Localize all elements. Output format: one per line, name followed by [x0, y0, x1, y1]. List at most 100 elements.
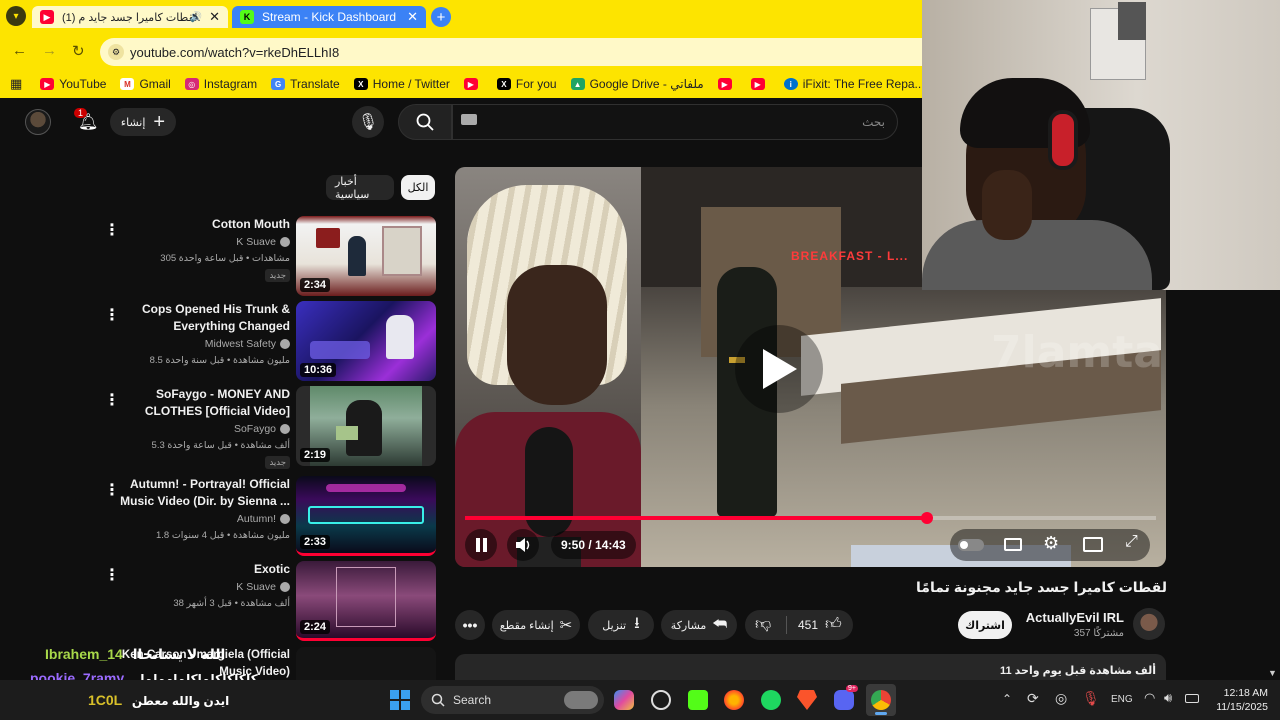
miniplayer-icon[interactable] — [1083, 537, 1103, 552]
channel-avatar[interactable] — [1133, 608, 1165, 640]
list-item[interactable]: ⋮ Exotic K Suave 38 ألف مشاهدة • قبل 3 أ… — [100, 561, 440, 641]
firefox-icon[interactable] — [724, 690, 744, 710]
bookmark-youtube[interactable]: ▶ YouTube — [40, 77, 106, 91]
video-title: لقطات كاميرا جسد جايد مجنونة تمامًا — [916, 579, 1167, 595]
video-title[interactable]: SoFaygo - MONEY AND CLOTHES [Official Vi… — [100, 386, 290, 420]
pause-button[interactable] — [465, 529, 497, 561]
discord-icon[interactable]: 9+ — [834, 685, 858, 710]
settings-icon[interactable]: ⚙ — [1043, 533, 1059, 554]
volume-tray-icon[interactable]: 🔊︎ — [1164, 690, 1172, 706]
video-meta: 38 ألف مشاهدة • قبل 3 أشهر — [173, 598, 290, 609]
tab-kick-dashboard[interactable]: K Stream - Kick Dashboard ✕ — [232, 6, 426, 28]
bookmark-youtube-2[interactable]: ▶ — [463, 78, 483, 90]
play-overlay-button[interactable] — [735, 325, 823, 413]
reload-icon[interactable]: ↻ — [72, 42, 85, 60]
spotify-icon[interactable] — [761, 690, 781, 710]
wifi-icon[interactable]: ◠ — [1144, 690, 1155, 706]
restaurant-sign: BREAKFAST - L... — [791, 249, 909, 263]
video-thumbnail[interactable]: 2:19 — [296, 386, 436, 466]
list-item[interactable]: ⋮ Cotton Mouth K Suave 305 مشاهدات • قبل… — [100, 216, 440, 296]
progress-handle[interactable] — [920, 512, 933, 524]
search-input[interactable]: بحث — [452, 104, 898, 140]
close-tab-icon[interactable]: ✕ — [407, 9, 418, 25]
like-count: 451 — [798, 618, 819, 632]
share-button[interactable]: مشاركة ⮪ — [661, 610, 737, 640]
microphone-tray-icon[interactable]: 🎙︎ — [1082, 690, 1100, 707]
obs-icon[interactable] — [651, 690, 671, 710]
dislike-button[interactable]: 👎︎ — [755, 615, 771, 634]
new-tab-button[interactable]: + — [431, 7, 451, 27]
keyboard-icon[interactable] — [461, 114, 477, 125]
bookmark-youtube-3[interactable]: ▶ — [717, 78, 737, 90]
subtitles-icon[interactable] — [1004, 538, 1022, 551]
close-tab-icon[interactable]: ✕ — [209, 9, 220, 25]
video-thumbnail[interactable]: 2:24 — [296, 561, 436, 641]
list-item[interactable]: ⋮ Cops Opened His Trunk & Everything Cha… — [100, 301, 440, 381]
channel-name[interactable]: SoFaygo — [234, 423, 290, 435]
scroll-down-arrow-icon[interactable]: ▼ — [1268, 668, 1277, 678]
bookmark-instagram[interactable]: ◎ Instagram — [184, 77, 257, 91]
bookmark-for-you[interactable]: X For you — [496, 77, 557, 91]
tab-search-button[interactable]: ▾ — [6, 6, 26, 26]
tray-overflow-icon[interactable]: ⌃ — [1002, 692, 1012, 706]
apps-grid-icon[interactable]: ▦ — [10, 76, 22, 92]
bookmark-youtube-4[interactable]: ▶ — [750, 78, 770, 90]
kick-app-icon[interactable] — [688, 690, 708, 710]
chrome-taskbar-active[interactable] — [866, 684, 896, 716]
clock-date: 11/15/2025 — [1216, 701, 1268, 713]
video-thumbnail[interactable]: 2:34 — [296, 216, 436, 296]
bookmark-twitter-home[interactable]: X Home / Twitter — [353, 77, 450, 91]
list-item[interactable]: ⋮ SoFaygo - MONEY AND CLOTHES [Official … — [100, 386, 440, 469]
video-title[interactable]: Cotton Mouth — [100, 216, 290, 233]
video-thumbnail[interactable] — [296, 647, 436, 680]
list-item[interactable]: ⋮ Autumn! - Portrayal! Official Music Vi… — [100, 476, 440, 556]
like-button[interactable]: 👍︎ — [825, 615, 842, 634]
site-info-icon[interactable]: ⚙ — [108, 44, 124, 60]
bookmark-gmail[interactable]: M Gmail — [120, 77, 171, 91]
address-bar[interactable]: ⚙ youtube.com/watch?v=rkeDhELLhI8 — [100, 38, 922, 66]
notifications-button[interactable]: 🔔︎ 1 — [74, 108, 98, 134]
bookmark-google-drive[interactable]: ▲ Google Drive - ملفاتي — [570, 77, 704, 91]
channel-name[interactable]: K Suave — [236, 581, 290, 593]
create-button[interactable]: إنشاء + — [110, 108, 176, 136]
channel-name[interactable]: K Suave — [236, 236, 290, 248]
tray-app-icon[interactable]: ◎ — [1055, 690, 1067, 707]
avatar[interactable] — [25, 109, 51, 135]
search-button[interactable] — [398, 104, 452, 140]
description-box[interactable]: 11 ألف مشاهدة قبل يوم واحد — [455, 654, 1166, 680]
bookmark-translate[interactable]: G Translate — [271, 77, 340, 91]
taskbar-search[interactable]: Search — [421, 686, 604, 714]
x-logo-icon: X — [353, 78, 368, 90]
video-title[interactable]: Autumn! - Portrayal! Official Music Vide… — [100, 476, 290, 510]
chip-political-news[interactable]: أخبار سياسية — [326, 175, 394, 201]
channel-name[interactable]: Midwest Safety — [205, 338, 290, 350]
tab-youtube[interactable]: ▶ (1) لقطات كاميرا جسد جايد م... 🔊 ✕ — [32, 6, 228, 28]
channel-name[interactable]: Autumn! — [237, 513, 290, 525]
channel-name[interactable]: ActuallyEvil IRL — [1000, 610, 1124, 625]
autoplay-toggle[interactable] — [958, 539, 984, 551]
youtube-favicon-icon: ▶ — [40, 10, 54, 24]
volume-button[interactable] — [507, 529, 539, 561]
video-title[interactable]: Cops Opened His Trunk & Everything Chang… — [100, 301, 290, 335]
clock[interactable]: 12:18 AM 11/15/2025 — [1206, 686, 1268, 714]
video-thumbnail[interactable]: 2:33 — [296, 476, 436, 556]
start-button[interactable] — [390, 690, 410, 710]
download-button[interactable]: تنزيل ⭳ — [588, 610, 654, 640]
video-thumbnail[interactable]: 10:36 — [296, 301, 436, 381]
language-indicator[interactable]: ENG — [1111, 694, 1133, 705]
progress-bar[interactable] — [465, 512, 1156, 524]
more-actions-button[interactable]: ••• — [455, 610, 485, 640]
battery-icon[interactable] — [1185, 694, 1199, 703]
subscribe-button[interactable]: اشتراك — [958, 611, 1012, 639]
bookmark-ifixit[interactable]: i iFixit: The Free Repa... — [783, 77, 925, 91]
fullscreen-icon[interactable]: ⤢ — [1125, 533, 1138, 551]
youtube-icon: ▶ — [750, 78, 765, 90]
video-title[interactable]: Exotic — [100, 561, 290, 578]
back-icon[interactable]: ← — [12, 42, 27, 59]
voice-search-button[interactable]: 🎙︎ — [352, 106, 384, 138]
forward-icon[interactable]: → — [42, 42, 57, 59]
clip-button[interactable]: إنشاء مقطع ✂ — [492, 610, 580, 640]
chip-all[interactable]: الكل — [401, 175, 435, 200]
sync-icon[interactable]: ⟳ — [1027, 690, 1039, 707]
copilot-icon[interactable] — [614, 690, 634, 710]
